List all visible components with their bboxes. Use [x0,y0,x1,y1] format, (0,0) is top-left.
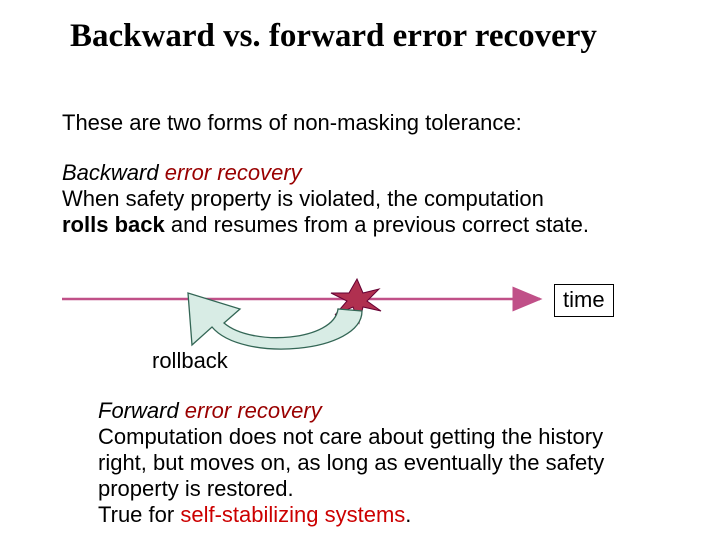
forward-line1: Computation does not care about getting … [98,424,658,450]
forward-line4: True for self-stabilizing systems. [98,502,658,528]
forward-heading: Forward error recovery [98,398,658,424]
forward-line4a: True for [98,502,180,527]
self-stabilizing-text: self-stabilizing systems [180,502,405,527]
forward-block: Forward error recovery Computation does … [98,398,658,528]
forward-line2: right, but moves on, as long as eventual… [98,450,658,476]
rollback-arrow-icon [188,293,362,349]
backward-line2b: and resumes from a previous correct stat… [165,212,589,237]
page-title: Backward vs. forward error recovery [70,18,597,55]
slide: Backward vs. forward error recovery Thes… [0,0,720,540]
backward-line1: When safety property is violated, the co… [62,186,647,212]
backward-block: Backward error recovery When safety prop… [62,160,647,238]
forward-line4b: . [405,502,411,527]
backward-heading-plain: Backward [62,160,165,185]
forward-heading-plain: Forward [98,398,185,423]
time-label: time [554,284,614,317]
backward-heading-colored: error recovery [165,160,302,185]
forward-heading-colored: error recovery [185,398,322,423]
backward-line2: rolls back and resumes from a previous c… [62,212,647,238]
intro-text: These are two forms of non-masking toler… [62,110,522,136]
backward-heading: Backward error recovery [62,160,647,186]
rolls-back-text: rolls back [62,212,165,237]
forward-line3: property is restored. [98,476,658,502]
rollback-label: rollback [152,348,228,374]
